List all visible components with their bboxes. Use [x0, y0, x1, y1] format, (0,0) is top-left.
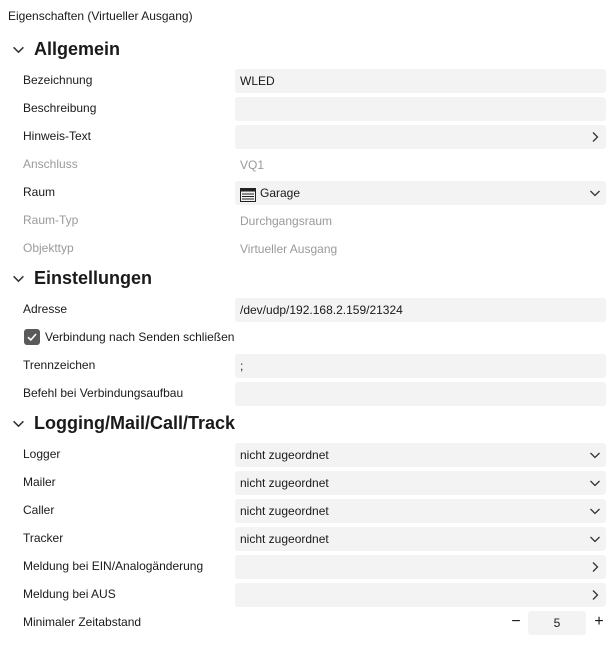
field-label: Trennzeichen	[23, 358, 96, 372]
section-allgemein[interactable]: Allgemein	[0, 35, 615, 63]
meldung-aus-field[interactable]	[235, 583, 606, 607]
tracker-value: nicht zugeordnet	[240, 532, 329, 546]
beschreibung-input[interactable]	[235, 97, 606, 121]
section-title: Einstellungen	[34, 267, 153, 288]
logger-select[interactable]: nicht zugeordnet	[235, 443, 606, 467]
adresse-input[interactable]: /dev/udp/192.168.2.159/21324	[235, 298, 606, 322]
increment-button[interactable]: +	[591, 612, 607, 632]
row-caller: Caller nicht zugeordnet	[0, 496, 615, 524]
chevron-down-icon[interactable]	[0, 417, 34, 430]
chevron-down-icon[interactable]	[589, 505, 601, 517]
row-tracker: Tracker nicht zugeordnet	[0, 524, 615, 552]
raum-typ-value: Durchgangsraum	[240, 214, 333, 228]
chevron-right-icon[interactable]	[589, 561, 601, 573]
field-label: Tracker	[23, 531, 64, 545]
chevron-right-icon[interactable]	[589, 589, 601, 601]
row-meldung-ein: Meldung bei EIN/Analogänderung	[0, 552, 615, 580]
verbindung-checkbox[interactable]	[24, 329, 40, 345]
row-meldung-aus: Meldung bei AUS	[0, 580, 615, 608]
mailer-select[interactable]: nicht zugeordnet	[235, 471, 606, 495]
meldung-ein-field[interactable]	[235, 555, 606, 579]
befehl-input[interactable]	[235, 382, 606, 406]
row-beschreibung: Beschreibung	[0, 94, 615, 122]
field-label: Minimaler Zeitabstand	[23, 615, 142, 629]
row-verbindung: Verbindung nach Senden schließen	[0, 323, 615, 351]
row-anschluss: Anschluss VQ1	[0, 150, 615, 178]
row-adresse: Adresse /dev/udp/192.168.2.159/21324	[0, 295, 615, 323]
field-label: Raum	[23, 185, 56, 199]
anschluss-value: VQ1	[240, 158, 265, 172]
checkmark-icon	[27, 333, 37, 342]
caller-value: nicht zugeordnet	[240, 504, 329, 518]
trennzeichen-input[interactable]: ;	[235, 354, 606, 378]
chevron-down-icon[interactable]	[589, 187, 601, 199]
row-objekttyp: Objekttyp Virtueller Ausgang	[0, 234, 615, 262]
hinweis-field[interactable]	[235, 125, 606, 149]
field-label: Objekttyp	[23, 241, 74, 255]
chevron-right-icon[interactable]	[589, 131, 601, 143]
caller-select[interactable]: nicht zugeordnet	[235, 499, 606, 523]
field-label: Mailer	[23, 475, 56, 489]
decrement-button[interactable]: −	[508, 612, 524, 632]
field-label: Logger	[23, 447, 61, 461]
raum-value: Garage	[260, 186, 301, 200]
field-label: Meldung bei AUS	[23, 587, 116, 601]
field-label: Beschreibung	[23, 101, 97, 115]
mailer-value: nicht zugeordnet	[240, 476, 329, 490]
field-label: Hinweis-Text	[23, 129, 92, 143]
logger-value: nicht zugeordnet	[240, 448, 329, 462]
bezeichnung-input[interactable]: WLED	[235, 69, 606, 93]
chevron-down-icon[interactable]	[589, 449, 601, 461]
row-raum-typ: Raum-Typ Durchgangsraum	[0, 206, 615, 234]
field-label: Adresse	[23, 302, 68, 316]
chevron-down-icon[interactable]	[0, 272, 34, 285]
chevron-down-icon[interactable]	[589, 477, 601, 489]
zeitabstand-input[interactable]: 5	[528, 611, 586, 635]
field-label: Caller	[23, 503, 55, 517]
raum-select[interactable]: Garage	[235, 181, 606, 205]
chevron-down-icon[interactable]	[589, 533, 601, 545]
field-label: Raum-Typ	[23, 213, 79, 227]
field-label: Befehl bei Verbindungsaufbau	[23, 386, 184, 400]
row-logger: Logger nicht zugeordnet	[0, 440, 615, 468]
checkbox-label[interactable]: Verbindung nach Senden schließen	[45, 323, 234, 351]
row-bezeichnung: Bezeichnung WLED	[0, 66, 615, 94]
row-hinweis: Hinweis-Text	[0, 122, 615, 150]
section-title: Logging/Mail/Call/Track	[34, 412, 236, 433]
section-title: Allgemein	[34, 38, 121, 59]
section-einstellungen[interactable]: Einstellungen	[0, 264, 615, 292]
window-title: Eigenschaften (Virtueller Ausgang)	[8, 9, 193, 23]
row-zeitabstand: Minimaler Zeitabstand − 5 +	[0, 608, 615, 636]
section-logging[interactable]: Logging/Mail/Call/Track	[0, 409, 615, 437]
field-label: Anschluss	[23, 157, 78, 171]
tracker-select[interactable]: nicht zugeordnet	[235, 527, 606, 551]
room-icon	[240, 186, 256, 202]
row-trennzeichen: Trennzeichen ;	[0, 351, 615, 379]
field-label: Meldung bei EIN/Analogänderung	[23, 559, 204, 573]
row-befehl: Befehl bei Verbindungsaufbau	[0, 379, 615, 407]
chevron-down-icon[interactable]	[0, 43, 34, 56]
field-label: Bezeichnung	[23, 73, 93, 87]
objekttyp-value: Virtueller Ausgang	[240, 242, 338, 256]
row-mailer: Mailer nicht zugeordnet	[0, 468, 615, 496]
row-raum: Raum Garage	[0, 178, 615, 206]
